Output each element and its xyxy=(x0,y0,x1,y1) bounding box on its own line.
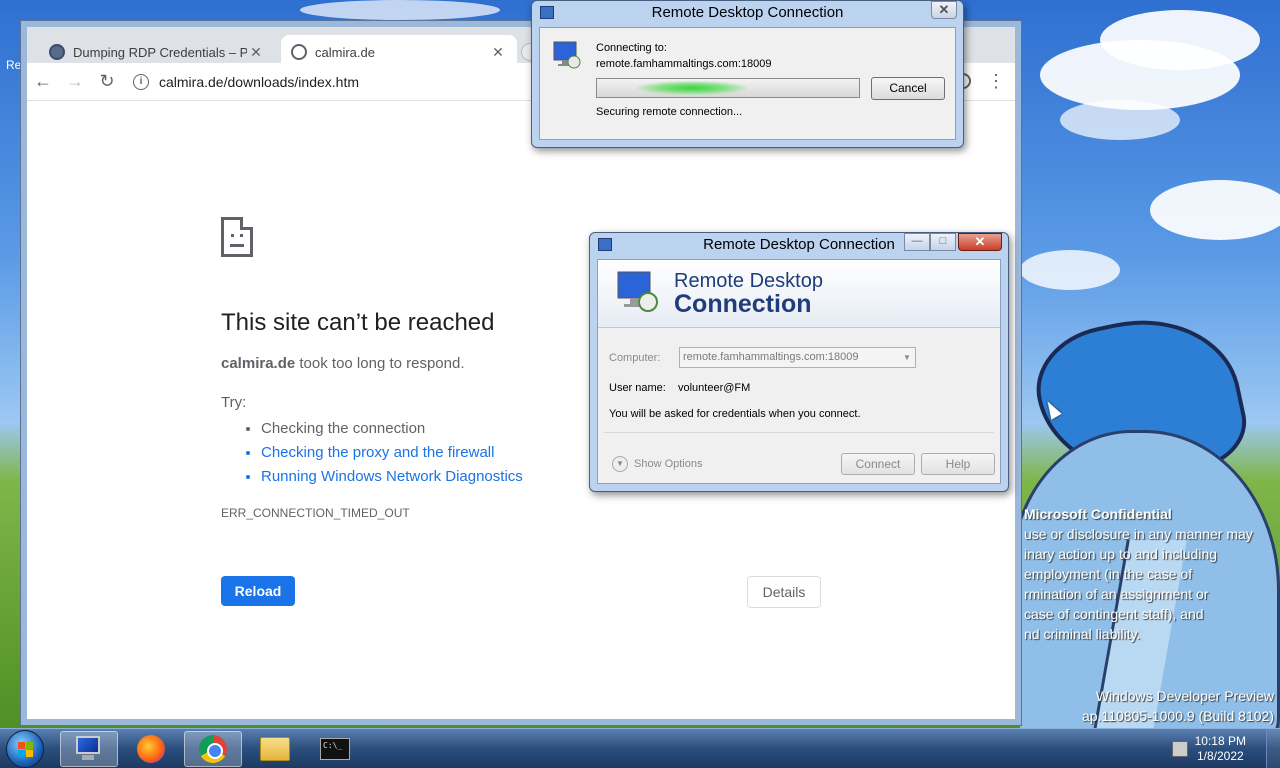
start-button[interactable] xyxy=(6,730,44,768)
error-description: calmira.de took too long to respond. xyxy=(221,355,465,372)
taskbar-chrome-button[interactable] xyxy=(184,731,242,767)
chevron-down-icon[interactable]: ▼ xyxy=(899,348,915,367)
clock-date: 1/8/2022 xyxy=(1196,749,1244,763)
confidential-line: use or disclosure in any manner may xyxy=(1024,526,1253,542)
taskbar-explorer-button[interactable] xyxy=(246,731,304,767)
tab-close-icon[interactable]: ✕ xyxy=(489,44,507,61)
back-arrow-icon[interactable]: ← xyxy=(27,66,59,98)
chevron-down-icon: ▼ xyxy=(612,456,628,472)
watermark-line: ap.110805-1000.9 (Build 8102) xyxy=(1081,708,1274,724)
error-host: calmira.de xyxy=(221,355,296,372)
taskbar-firefox-button[interactable] xyxy=(122,731,180,767)
rdp-computer-icon xyxy=(552,40,582,70)
folder-icon xyxy=(260,737,290,761)
suggestion-link-diagnostics[interactable]: Running Windows Network Diagnostics xyxy=(261,465,523,489)
connection-status: Securing remote connection... xyxy=(596,106,743,118)
error-message: took too long to respond. xyxy=(295,355,465,372)
connecting-dialog: Remote Desktop Connection ✕ Connecting t… xyxy=(531,0,964,148)
desktop-icons: Re xyxy=(0,0,22,200)
suggestion-list: Checking the connection Checking the pro… xyxy=(241,417,523,489)
suggestion-link-proxy[interactable]: Checking the proxy and the firewall xyxy=(261,441,523,465)
taskbar-rdp-button[interactable] xyxy=(60,731,118,767)
connecting-to-label: Connecting to: xyxy=(596,42,667,54)
reload-button[interactable]: Reload xyxy=(221,576,295,606)
username-value: volunteer@FM xyxy=(678,382,751,394)
reload-icon[interactable]: ↻ xyxy=(91,66,123,98)
url-text: calmira.de/downloads/index.htm xyxy=(159,73,359,90)
close-icon[interactable]: ✕ xyxy=(931,1,957,19)
menu-dots-icon[interactable]: ⋮ xyxy=(987,71,1005,92)
rdp-dialog: Remote Desktop Connection — □ ✕ Remote D… xyxy=(589,232,1009,492)
confidential-line: inary action up to and including xyxy=(1024,546,1218,562)
tab-title: calmira.de xyxy=(315,44,375,60)
clock-time: 10:18 PM xyxy=(1194,734,1246,748)
help-button[interactable]: Help xyxy=(921,453,995,475)
taskbar-clock[interactable]: 10:18 PM 1/8/2022 xyxy=(1195,734,1246,764)
windows-build-watermark: Windows Developer Preview ap.110805-1000… xyxy=(1082,686,1274,726)
confidential-line: employment (in the case of xyxy=(1024,566,1193,582)
firefox-icon xyxy=(137,735,165,763)
credentials-info: You will be asked for credentials when y… xyxy=(609,408,861,420)
confidential-heading: Microsoft Confidential xyxy=(1024,506,1172,522)
error-title: This site can’t be reached xyxy=(221,309,495,336)
computer-combobox[interactable]: remote.famhammaltings.com:18009 ▼ xyxy=(679,347,916,368)
watermark-line: Windows Developer Preview xyxy=(1095,688,1274,704)
rdp-computer-icon xyxy=(614,268,662,316)
confidential-notice: Microsoft Confidential use or disclosure… xyxy=(1024,504,1280,644)
computer-label: Computer: xyxy=(609,352,661,364)
details-button[interactable]: Details xyxy=(747,576,821,608)
cmd-icon: C:\_ xyxy=(320,738,350,760)
taskbar-cmd-button[interactable]: C:\_ xyxy=(306,731,364,767)
connection-progress-bar xyxy=(596,78,860,98)
maximize-icon[interactable]: □ xyxy=(930,233,956,251)
site-info-icon[interactable]: i xyxy=(133,73,149,90)
chrome-icon xyxy=(199,735,227,763)
globe-icon xyxy=(291,44,307,60)
computer-value: remote.famhammaltings.com:18009 xyxy=(683,351,859,363)
tab-title: Dumping RDP Credentials – Peng xyxy=(73,44,247,60)
divider xyxy=(604,432,994,433)
dialog-title: Remote Desktop Connection xyxy=(651,4,844,21)
header-line2: Connection xyxy=(674,290,812,318)
error-code: ERR_CONNECTION_TIMED_OUT xyxy=(221,506,410,520)
windows-logo-icon xyxy=(18,742,34,758)
show-options-toggle[interactable]: ▼ Show Options xyxy=(612,456,702,472)
dialog-body: Connecting to: remote.famhammaltings.com… xyxy=(539,27,956,140)
try-label: Try: xyxy=(221,394,247,411)
suggestion-item: Checking the connection xyxy=(261,417,523,441)
sad-page-icon xyxy=(221,217,253,257)
taskbar: C:\_ 10:18 PM 1/8/2022 xyxy=(0,728,1280,768)
connecting-address: remote.famhammaltings.com:18009 xyxy=(596,58,772,70)
close-icon[interactable]: ✕ xyxy=(958,233,1002,251)
cancel-button[interactable]: Cancel xyxy=(871,77,945,100)
wordpress-icon xyxy=(49,44,65,60)
dialog-body: Remote Desktop Connection Computer: remo… xyxy=(597,259,1001,484)
network-tray-icon[interactable] xyxy=(1172,741,1188,757)
tab-close-icon[interactable]: ✕ xyxy=(247,44,265,61)
minimize-icon[interactable]: — xyxy=(904,233,930,251)
rdp-computer-icon xyxy=(74,736,104,762)
connect-button[interactable]: Connect xyxy=(841,453,915,475)
show-options-label: Show Options xyxy=(634,458,703,470)
confidential-line: case of contingent staff), and xyxy=(1024,606,1204,622)
username-label: User name: xyxy=(609,382,666,394)
show-desktop-button[interactable] xyxy=(1266,729,1280,768)
rdp-header: Remote Desktop Connection xyxy=(598,260,1000,328)
confidential-line: rmination of an assignment or xyxy=(1024,586,1209,602)
confidential-line: nd criminal liability. xyxy=(1024,626,1141,642)
address-bar[interactable]: i calmira.de/downloads/index.htm xyxy=(129,67,549,97)
forward-arrow-icon[interactable]: → xyxy=(59,66,91,98)
